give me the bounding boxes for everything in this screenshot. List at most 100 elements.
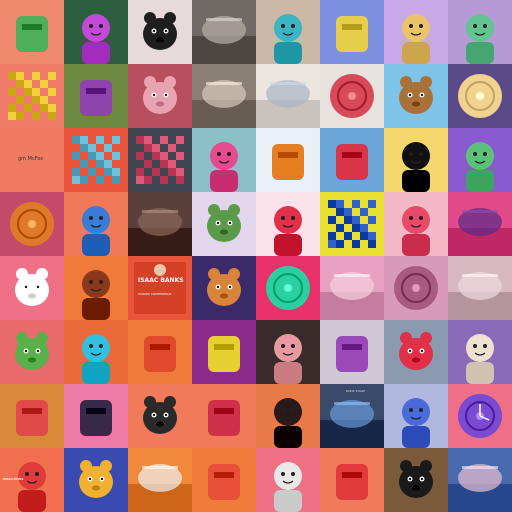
teddy-bear-tile[interactable] [384,64,448,128]
bearded-man-tile[interactable]: PIZZA PIXEL [0,448,64,512]
coin-badge-tile[interactable] [448,64,512,128]
gallery-screen-tile[interactable]: PARIS STAGE [320,384,384,448]
blue-creature-artwork [402,398,430,448]
pink-blur-tile[interactable] [320,256,384,320]
pixel-burger-tile[interactable] [128,128,192,192]
yellow-pen-tile[interactable] [320,0,384,64]
speaker-poster-tile[interactable]: ISAAC BANKS COSMIC CONFERENCE [128,256,192,320]
wizard-character-artwork [80,80,112,116]
pepe-frog-artwork [207,204,241,242]
green-hair-girl-tile[interactable] [448,0,512,64]
pixel-sunglasses-tile[interactable] [256,192,320,256]
handcuffs-photo-tile[interactable] [192,0,256,64]
woman-portrait-tile[interactable] [256,320,320,384]
orange-splash-tile[interactable] [128,448,192,512]
bear-chef-tile[interactable] [192,256,256,320]
pink-creature-artwork [210,142,238,192]
robot-ball-tile[interactable] [192,384,256,448]
winged-figure-tile[interactable] [64,384,128,448]
text-card-tile[interactable]: gm McFox [0,128,64,192]
blue-character-tile[interactable] [256,0,320,64]
pumpkin-head-tile[interactable] [256,128,320,192]
flower-character-tile[interactable] [448,320,512,384]
alien-character-tile[interactable] [0,0,64,64]
hawaiian-shirt-tile[interactable] [192,448,256,512]
glitch-heart-tile[interactable] [192,320,256,384]
robot-ball-artwork [208,400,240,436]
blue-character-artwork [274,14,302,64]
white-hair-man-tile[interactable] [256,448,320,512]
sombrero-pixel-artwork [8,72,56,120]
pink-bear-tile[interactable] [128,64,192,128]
3d-glasses-girl-artwork [82,334,110,384]
sombrero-pixel-tile[interactable] [0,64,64,128]
red-blob-tile[interactable] [128,320,192,384]
crocodile-artwork [15,332,49,370]
pixel-sunglasses-artwork [274,206,302,256]
black-cat-pumpkin-artwork [79,460,113,498]
tie-dye-circle-artwork [330,74,374,118]
dog-character-tile[interactable] [128,384,192,448]
heart-glasses-artwork [402,206,430,256]
crocodile-tile[interactable] [0,320,64,384]
heart-glasses-tile[interactable] [384,192,448,256]
hand-photo-tile[interactable] [192,64,256,128]
mushroom-character-tile[interactable] [0,384,64,448]
laser-robot-tile[interactable] [320,448,384,512]
dog-character-artwork [143,396,177,434]
sunglasses-boy-tile[interactable] [384,128,448,192]
handcuffs-photo-artwork [192,16,256,64]
pixel-ghost-tile[interactable] [0,256,64,320]
afro-boy-tile[interactable] [256,384,320,448]
clown-pixel-tile[interactable] [64,192,128,256]
bird-circle-tile[interactable] [384,320,448,384]
black-cat-tile[interactable] [384,448,448,512]
sculpture-photo-tile[interactable] [256,64,320,128]
split-face-tile[interactable] [448,128,512,192]
mushroom-character-artwork [16,400,48,436]
brownstone-photo-tile[interactable] [128,192,192,256]
purple-bag-tile[interactable] [320,320,384,384]
pixel-cat-tile[interactable] [128,0,192,64]
laser-robot-artwork [336,464,368,500]
sunglasses-boy-artwork [402,142,430,192]
colorful-splash-tile[interactable] [448,448,512,512]
pink-blur-artwork [320,272,384,320]
winged-figure-artwork [80,400,112,436]
glitch-pixels-artwork [328,200,376,248]
basketball-tile[interactable] [0,192,64,256]
speaker-poster-artwork [134,262,186,314]
bird-circle-artwork [399,332,433,370]
purple-clock-artwork [458,394,502,438]
blue-creature-tile[interactable] [384,384,448,448]
pink-texture-tile[interactable] [448,256,512,320]
girl-portrait-tile[interactable] [384,0,448,64]
green-bomb-tile[interactable] [256,256,320,320]
purple-clock-tile[interactable] [448,384,512,448]
hawaiian-shirt-artwork [208,464,240,500]
clown-pixel-artwork [82,206,110,256]
yellow-pen-artwork [336,16,368,52]
pink-landscape-artwork [448,208,512,256]
collage-face-tile[interactable] [64,128,128,192]
tie-dye-circle-tile[interactable] [320,64,384,128]
pink-creature-tile[interactable] [192,128,256,192]
vinyl-record-tile[interactable] [384,256,448,320]
sad-face-tile[interactable] [64,256,128,320]
3d-glasses-girl-tile[interactable] [64,320,128,384]
glitch-pixels-tile[interactable] [320,192,384,256]
tile-caption: PIZZA PIXEL [3,477,24,481]
santa-hat-tile[interactable] [320,128,384,192]
purple-bag-artwork [336,336,368,372]
basketball-artwork [10,202,54,246]
neon-face-artwork [82,14,110,64]
neon-face-tile[interactable] [64,0,128,64]
tile-caption: gm McFox [18,156,44,162]
black-cat-pumpkin-tile[interactable] [64,448,128,512]
red-blob-artwork [144,336,176,372]
pink-texture-artwork [448,272,512,320]
pink-landscape-tile[interactable] [448,192,512,256]
pepe-frog-tile[interactable] [192,192,256,256]
wizard-character-tile[interactable] [64,64,128,128]
woman-portrait-artwork [274,334,302,384]
